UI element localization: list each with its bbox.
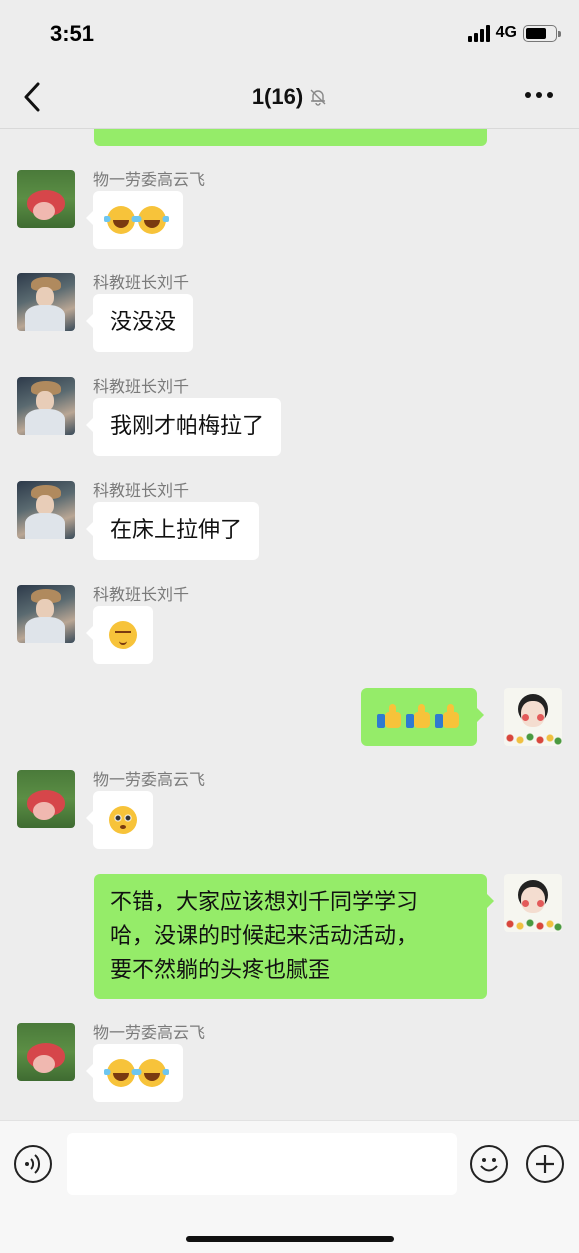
sender-name: 科教班长刘千 xyxy=(93,273,190,292)
message-bubble[interactable]: 我刚才帕梅拉了 xyxy=(85,398,282,456)
chat-title: 1(16) xyxy=(251,84,304,109)
message-bubble[interactable] xyxy=(86,1044,183,1102)
sender-avatar[interactable] xyxy=(17,170,75,228)
sender-avatar[interactable] xyxy=(17,585,75,643)
previous-message-bubble[interactable] xyxy=(94,129,487,146)
flushed-emoji-icon xyxy=(109,806,137,834)
home-indicator[interactable] xyxy=(186,1236,394,1242)
message-bubble[interactable] xyxy=(86,191,183,249)
thumbs-up-emoji-icon xyxy=(406,704,432,730)
status-time: 3:51 xyxy=(50,21,95,46)
more-options-button[interactable] xyxy=(525,92,553,98)
laugh-cry-emoji-icon xyxy=(135,1059,169,1087)
message-input[interactable] xyxy=(67,1133,457,1195)
battery-icon xyxy=(523,24,561,42)
network-type: 4G xyxy=(495,24,517,41)
mute-bell-icon xyxy=(310,89,326,106)
chat-header: 1(16) xyxy=(0,66,579,128)
voice-input-button[interactable] xyxy=(14,1145,52,1183)
sender-name: 科教班长刘千 xyxy=(93,481,190,500)
sender-name: 物一劳委高云飞 xyxy=(93,1023,206,1042)
chat-title-container: 1(16) xyxy=(0,84,579,110)
sender-avatar[interactable] xyxy=(17,377,75,435)
more-dot-icon xyxy=(525,92,531,98)
sender-name: 物一劳委高云飞 xyxy=(93,770,206,789)
sender-avatar[interactable] xyxy=(17,1023,75,1081)
more-actions-button[interactable] xyxy=(526,1145,564,1183)
status-bar: 3:51 4G xyxy=(0,0,579,66)
more-dot-icon xyxy=(536,92,542,98)
laugh-cry-emoji-icon xyxy=(104,1059,138,1087)
sender-avatar[interactable] xyxy=(17,770,75,828)
sender-name: 科教班长刘千 xyxy=(93,377,190,396)
sender-avatar[interactable] xyxy=(17,481,75,539)
my-message-bubble[interactable]: 不错，大家应该想刘千同学学习 哈，没课的时候起来活动活动， 要不然躺的头疼也腻歪 xyxy=(94,874,494,999)
message-bubble[interactable] xyxy=(86,606,153,664)
message-line: 要不然躺的头疼也腻歪 xyxy=(110,958,331,983)
my-message-bubble[interactable] xyxy=(361,688,484,746)
message-line: 哈，没课的时候起来活动活动， xyxy=(110,924,419,949)
status-indicators: 4G xyxy=(467,24,561,42)
laugh-cry-emoji-icon xyxy=(135,206,169,234)
my-avatar[interactable] xyxy=(504,874,562,932)
thumbs-up-emoji-icon xyxy=(377,704,403,730)
sender-name: 科教班长刘千 xyxy=(93,585,190,604)
input-bar xyxy=(0,1120,579,1253)
smiley-icon xyxy=(480,1158,498,1172)
my-avatar[interactable] xyxy=(504,688,562,746)
thumbs-up-emoji-icon xyxy=(435,704,461,730)
voice-icon xyxy=(25,1154,41,1174)
laugh-cry-emoji-icon xyxy=(104,206,138,234)
cellular-signal-icon xyxy=(467,24,490,42)
message-line: 不错，大家应该想刘千同学学习 xyxy=(110,890,419,915)
plus-icon xyxy=(536,1155,554,1173)
sender-name: 物一劳委高云飞 xyxy=(93,170,206,189)
message-bubble[interactable]: 没没没 xyxy=(85,294,194,352)
sender-avatar[interactable] xyxy=(17,273,75,331)
message-bubble[interactable]: 在床上拉伸了 xyxy=(85,502,260,560)
message-bubble[interactable] xyxy=(86,791,153,849)
emoji-button[interactable] xyxy=(470,1145,508,1183)
relieved-emoji-icon xyxy=(109,621,137,649)
more-dot-icon xyxy=(547,92,553,98)
